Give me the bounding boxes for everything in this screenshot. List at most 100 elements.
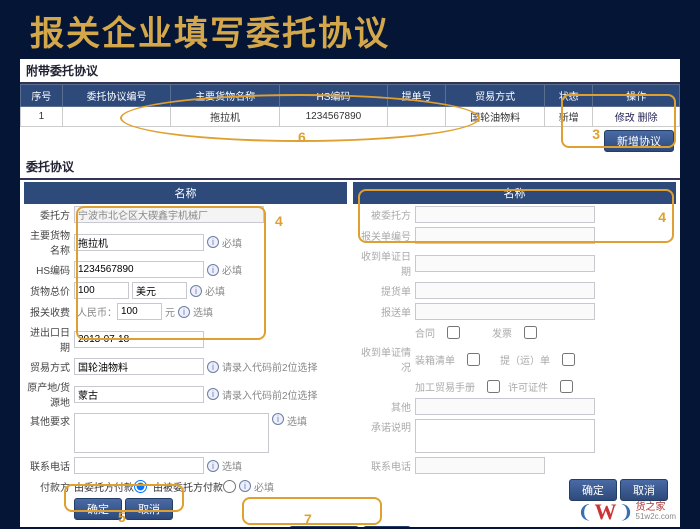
cb-manual[interactable]	[487, 380, 500, 393]
trade-label: 贸易方式	[24, 359, 74, 374]
client-label: 委托方	[24, 207, 74, 222]
edit-link[interactable]: 修改	[615, 113, 635, 124]
optional-hint: 选填	[222, 458, 242, 473]
logo-url: 51w2c.com	[636, 513, 676, 521]
wreath-icon: ❨	[577, 502, 592, 523]
send-label: 报送单	[353, 304, 415, 319]
right-ok-button[interactable]: 确定	[569, 479, 617, 501]
left-cancel-button[interactable]: 取消	[125, 498, 173, 520]
pay-opt1-radio[interactable]	[134, 480, 147, 493]
fee-input[interactable]	[117, 303, 162, 320]
required-hint: 必填	[254, 479, 274, 494]
origin-hint: 请录入代码前2位选择	[222, 387, 318, 402]
bottom-cancel-button[interactable]: 取消	[363, 526, 411, 527]
required-hint: 必填	[205, 283, 225, 298]
cb-packing-label: 装箱清单	[415, 352, 455, 367]
r-phone-label: 联系电话	[353, 458, 415, 473]
cb-invoice[interactable]	[524, 326, 537, 339]
phone-label: 联系电话	[24, 458, 74, 473]
lading-input[interactable]	[415, 282, 595, 299]
watermark-logo: ❨ W ❩ 货之家 51w2c.com	[577, 499, 676, 525]
logo-w-icon: W	[594, 499, 616, 525]
slide-title: 报关企业填写委托协议	[0, 0, 700, 59]
right-cancel-button[interactable]: 取消	[620, 479, 668, 501]
cell-hs: 1234567890	[279, 107, 387, 127]
phone-input[interactable]	[74, 457, 204, 474]
th-op: 操作	[593, 85, 680, 107]
cell-idx: 1	[21, 107, 63, 127]
info-icon: i	[207, 460, 219, 472]
delete-link[interactable]: 删除	[638, 113, 658, 124]
cell-goods: 拖拉机	[171, 107, 280, 127]
recv-input[interactable]	[415, 255, 595, 272]
fee-currency: 人民币：	[77, 304, 117, 319]
th-no: 委托协议编号	[62, 85, 171, 107]
pay-opt2-radio[interactable]	[223, 480, 236, 493]
cb-packing[interactable]	[467, 353, 480, 366]
wreath-icon: ❩	[618, 502, 633, 523]
r-phone-input[interactable]	[415, 457, 545, 474]
fee-unit: 元	[165, 304, 175, 319]
annotation-7: 7	[304, 511, 312, 527]
cb-cert[interactable]	[560, 380, 573, 393]
client-input[interactable]	[74, 206, 264, 223]
info-icon: i	[272, 413, 284, 425]
cb-bill-label: 提（运）单	[500, 352, 550, 367]
pay-opt2-label: 由被委托方付款	[153, 479, 223, 494]
info-icon: i	[239, 480, 251, 492]
docs-label: 收到单证情况	[353, 344, 415, 374]
other-textarea[interactable]	[74, 413, 269, 453]
info-icon: i	[207, 236, 219, 248]
lading-label: 提货单	[353, 283, 415, 298]
r-other-label: 其他	[353, 399, 415, 414]
hs-label: HS编码	[24, 262, 74, 277]
price-input[interactable]	[74, 282, 129, 299]
add-agreement-button[interactable]: 新增协议	[604, 130, 674, 152]
th-hs: HS编码	[279, 85, 387, 107]
note-label: 承诺说明	[353, 419, 415, 434]
goods-label: 主要货物名称	[24, 227, 74, 257]
goods-input[interactable]	[74, 234, 204, 251]
billno-input[interactable]	[415, 227, 595, 244]
annotation-3: 3	[592, 126, 600, 142]
currency-input[interactable]	[132, 282, 187, 299]
submit-button[interactable]: 发起申请	[289, 526, 359, 527]
left-ok-button[interactable]: 确定	[74, 498, 122, 520]
recv-label: 收到单证日期	[353, 248, 415, 278]
r-other-input[interactable]	[415, 398, 595, 415]
th-trade: 贸易方式	[446, 85, 545, 107]
annotation-5: 5	[118, 509, 126, 525]
right-panel-header: 名称	[353, 182, 676, 204]
beclient-input[interactable]	[415, 206, 595, 223]
hs-input[interactable]	[74, 261, 204, 278]
left-panel-header: 名称	[24, 182, 347, 204]
cb-contract[interactable]	[447, 326, 460, 339]
th-idx: 序号	[21, 85, 63, 107]
th-lading: 提单号	[387, 85, 445, 107]
required-hint: 必填	[222, 262, 242, 277]
cb-invoice-label: 发票	[492, 325, 512, 340]
annotation-4: 4	[275, 213, 283, 229]
origin-input[interactable]	[74, 386, 204, 403]
note-textarea[interactable]	[415, 419, 595, 453]
right-panel: 名称 被委托方 报关单编号 收到单证日期 提货单 报送单 合同 发票 收到单证情…	[353, 182, 676, 520]
table-row: 1 拖拉机 1234567890 国轮油物料 新增 修改 删除	[21, 107, 680, 127]
cell-status: 新增	[544, 107, 592, 127]
left-panel: 名称 委托方 主要货物名称 i 必填 HS编码 i 必填 货物总价 i 必填 报…	[24, 182, 347, 520]
required-hint: 必填	[222, 235, 242, 250]
price-label: 货物总价	[24, 283, 74, 298]
date-label: 进出口日期	[24, 324, 74, 354]
pay-label: 付款方	[24, 479, 74, 494]
cb-bill[interactable]	[562, 353, 575, 366]
agreement-table: 序号 委托协议编号 主要货物名称 HS编码 提单号 贸易方式 状态 操作 1 拖…	[20, 84, 680, 127]
send-input[interactable]	[415, 303, 595, 320]
cb-manual-label: 加工贸易手册	[415, 379, 475, 394]
trade-input[interactable]	[74, 358, 204, 375]
date-input[interactable]	[74, 331, 204, 348]
section-attached-title: 附带委托协议	[20, 59, 680, 84]
billno-label: 报关单编号	[353, 228, 415, 243]
optional-hint: 选填	[193, 304, 213, 319]
pay-opt1-label: 由委托方付款	[74, 479, 134, 494]
other-label: 其他要求	[24, 413, 74, 428]
th-status: 状态	[544, 85, 592, 107]
